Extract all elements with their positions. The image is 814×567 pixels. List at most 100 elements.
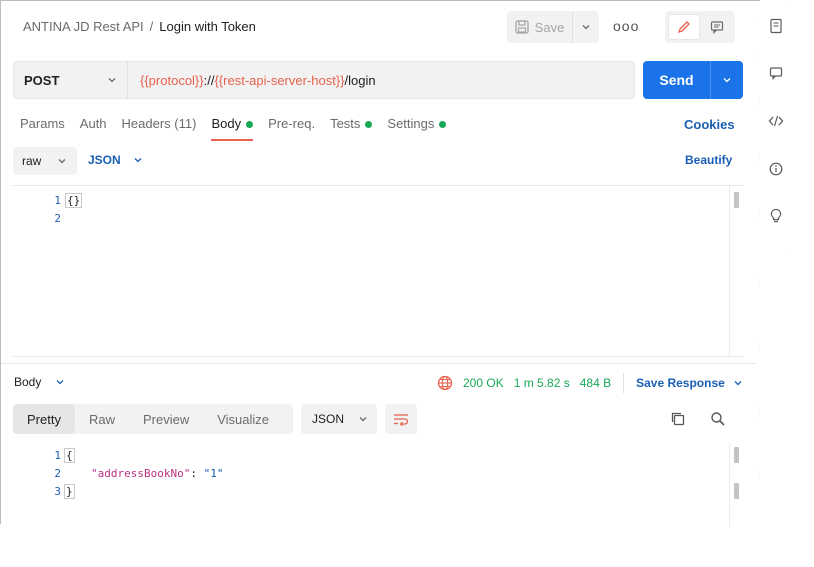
tab-pre-request[interactable]: Pre-req. [268,115,315,139]
send-options-button[interactable] [711,61,743,99]
response-meta: 200 OK 1 m 5.82 s 484 B Save Response [437,373,743,393]
tab-settings[interactable]: Settings [387,115,447,139]
chevron-down-icon [582,25,590,30]
body-language-label: JSON [88,153,121,167]
cookies-link[interactable]: Cookies [684,117,735,132]
viewer-scrollbar-thumb[interactable] [734,447,739,463]
body-type-label: raw [22,154,42,168]
response-body-viewer[interactable]: 1 2 3 { "addressBookNo": "1" } [13,443,743,533]
save-response-button[interactable]: Save Response [636,376,743,390]
chevron-down-icon [108,78,116,83]
breadcrumb: ANTINA JD Rest API / Login with Token [23,19,256,34]
more-options-button[interactable]: ooo [613,19,638,35]
request-body-editor[interactable]: 1 2 {} [13,185,743,357]
code-line: {} [65,193,83,208]
chevron-down-icon [723,78,731,83]
line-number: 1 [54,449,61,462]
wrap-lines-button[interactable] [385,404,417,434]
search-icon[interactable] [710,411,726,427]
line-number: 2 [54,467,61,480]
code-snippet-icon[interactable] [768,114,784,130]
line-number: 1 [54,194,61,207]
code-line: "addressBookNo": "1" [91,467,223,480]
modified-dot-icon [246,121,254,128]
response-section-select[interactable]: Body [14,375,65,389]
response-size[interactable]: 484 B [580,376,611,390]
code-line: { [64,448,75,463]
lightbulb-icon[interactable] [768,208,784,224]
breadcrumb-collection[interactable]: ANTINA JD Rest API [23,19,144,34]
request-tabs: Params Auth Headers (11) Body Pre-req. T… [20,115,461,141]
chevron-down-icon [56,380,64,385]
save-button[interactable]: Save [507,11,573,43]
breadcrumb-request-name[interactable]: Login with Token [159,19,256,34]
modified-dot-icon [439,121,447,128]
tab-params[interactable]: Params [20,115,65,139]
line-number: 3 [54,485,61,498]
line-number: 2 [54,212,61,225]
save-icon [515,20,529,34]
tab-visualize[interactable]: Visualize [203,404,283,434]
url-path: /login [344,73,376,88]
send-button-group: Send [643,61,743,99]
request-header: ANTINA JD Rest API / Login with Token Save… [13,11,743,43]
view-mode-toggle [665,11,735,43]
documentation-icon[interactable] [768,18,784,34]
url-variable-host: {{rest-api-server-host}} [214,73,345,88]
send-button[interactable]: Send [643,61,711,99]
tab-headers[interactable]: Headers (11) [122,115,197,139]
copy-icon[interactable] [670,411,686,427]
modified-dot-icon [365,121,373,128]
divider [623,373,625,393]
tab-label: Headers (11) [121,116,197,131]
response-view-tabs: Pretty Raw Preview Visualize [13,404,293,434]
body-language-select[interactable]: JSON [88,153,143,167]
response-time[interactable]: 1 m 5.82 s [514,376,570,390]
url-scheme-separator: :// [203,73,215,88]
save-response-label: Save Response [636,376,725,390]
code-text: {} [65,193,83,208]
tab-label: Body [211,116,242,131]
method-label: POST [24,72,60,88]
url-bar: POST {{protocol}}://{{rest-api-server-ho… [13,61,635,99]
editor-scrollbar-track[interactable] [729,186,743,356]
chevron-down-icon [134,158,142,163]
info-icon[interactable] [768,162,784,178]
viewer-scrollbar-thumb[interactable] [734,483,739,499]
tab-raw[interactable]: Raw [75,404,129,434]
postman-window: ANTINA JD Rest API / Login with Token Save… [0,0,760,534]
url-variable-protocol: {{protocol}} [140,73,204,88]
chevron-down-icon [359,417,367,422]
tab-auth[interactable]: Auth [80,115,107,139]
response-section-label: Body [14,375,42,389]
tab-body[interactable]: Body [211,115,254,141]
code-line: } [64,484,75,499]
json-value: "1" [203,467,224,480]
code-text: { [64,448,75,463]
tab-label: Params [20,116,65,131]
tab-pretty[interactable]: Pretty [13,404,75,434]
tab-label: Tests [330,116,361,131]
url-input[interactable]: {{protocol}}://{{rest-api-server-host}}/… [140,73,376,88]
save-options-button[interactable] [573,11,599,43]
comments-icon[interactable] [768,66,784,82]
chevron-down-icon [58,159,66,164]
beautify-button[interactable]: Beautify [685,153,732,167]
right-sidebar [760,0,794,250]
globe-icon[interactable] [437,375,453,391]
chevron-down-icon [734,381,742,386]
response-bar: Body 200 OK 1 m 5.82 s 484 B Save Respon… [1,363,760,397]
response-format-select[interactable]: JSON [301,404,377,434]
comment-mode-button[interactable] [702,14,732,40]
tab-tests[interactable]: Tests [330,115,373,139]
edit-mode-button[interactable] [668,14,700,40]
comment-icon [710,21,724,34]
pencil-icon [677,21,690,34]
code-text: } [64,484,75,499]
method-select[interactable]: POST [14,62,128,98]
tab-preview[interactable]: Preview [129,404,203,434]
editor-scrollbar-thumb[interactable] [734,192,739,208]
wrap-lines-icon [394,414,409,426]
status-code[interactable]: 200 OK [463,376,504,390]
body-type-select[interactable]: raw [13,147,77,175]
